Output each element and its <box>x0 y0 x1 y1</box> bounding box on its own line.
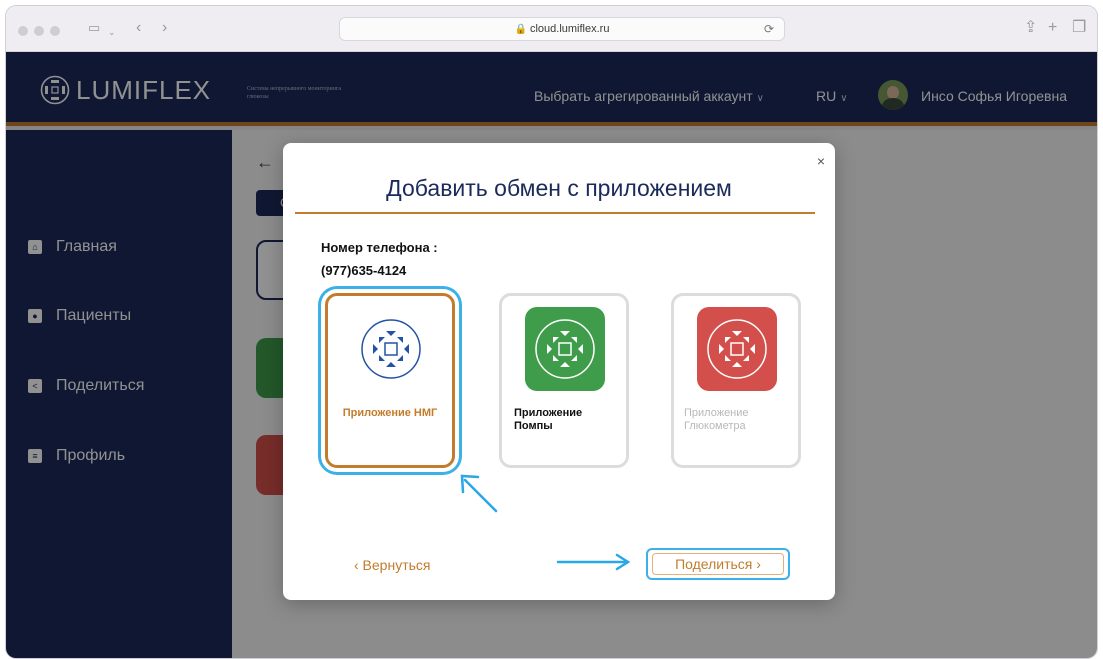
pointer-arrow-line <box>463 478 498 513</box>
browser-window: ▭ ⌄ ‹ › 🔒 cloud.lumiflex.ru ⟳ ⇪ + ❐ LUMIF… <box>6 6 1097 658</box>
annotation-arrows <box>460 474 631 571</box>
